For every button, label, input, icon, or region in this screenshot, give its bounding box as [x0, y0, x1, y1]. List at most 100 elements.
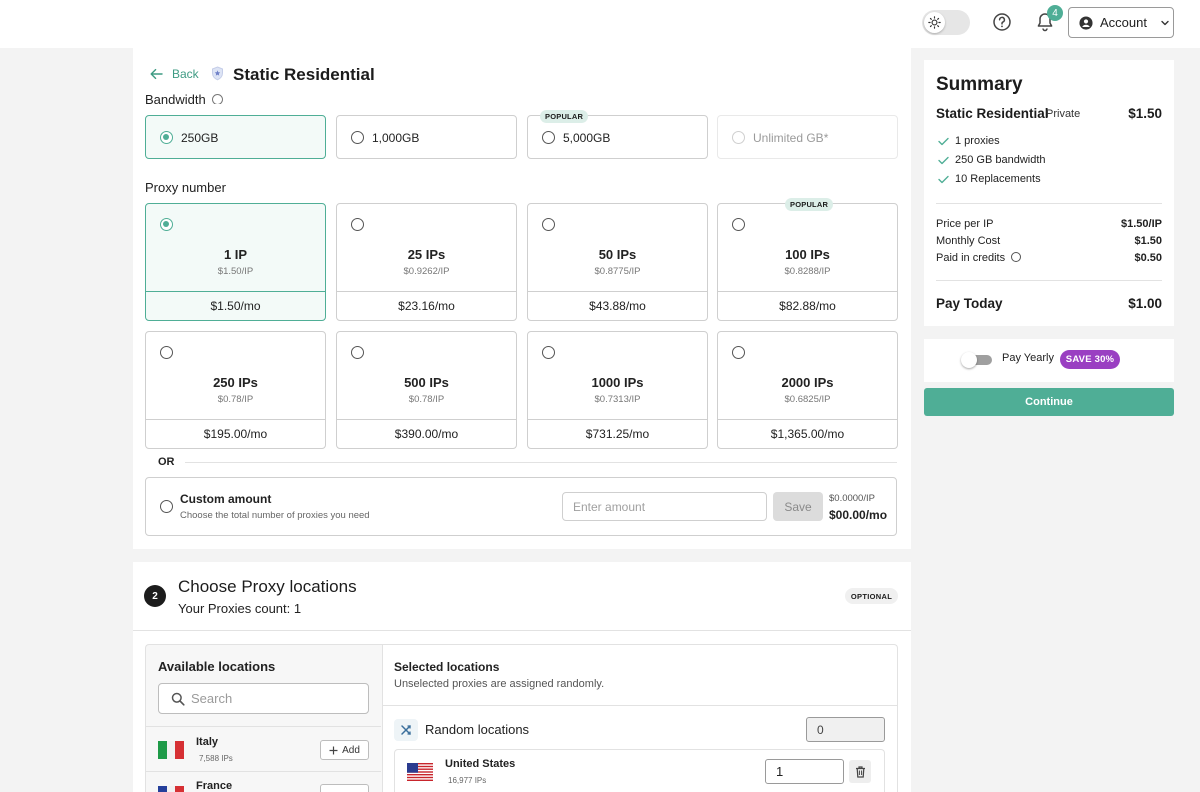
- proxy-price-per-ip: $0.8775/IP: [594, 266, 641, 277]
- bandwidth-option-label: 5,000GB: [563, 131, 611, 145]
- available-locations-title: Available locations: [158, 659, 276, 674]
- summary-row-value: $0.50: [1134, 252, 1162, 264]
- proxy-option-500[interactable]: 500 IPs $0.78/IP $390.00/mo: [336, 331, 517, 449]
- summary-row-value: $1.50/IP: [1121, 218, 1162, 230]
- page-title: Static Residential: [233, 65, 375, 84]
- summary-feature-text: 10 Replacements: [955, 173, 1041, 185]
- custom-amount-option[interactable]: Custom amount Choose the total number of…: [145, 477, 897, 536]
- info-icon[interactable]: [212, 94, 224, 104]
- proxy-monthly-price: $1,365.00/mo: [718, 419, 897, 448]
- country-row: Italy 7,588 IPs Add: [146, 726, 381, 771]
- proxy-price-per-ip: $0.78/IP: [408, 394, 445, 405]
- radio-button[interactable]: [160, 346, 173, 359]
- summary-product-type: Private: [1046, 108, 1081, 120]
- plus-icon: [329, 746, 338, 754]
- summary-product: Static Residential: [936, 106, 1049, 121]
- radio-button[interactable]: [351, 218, 364, 231]
- random-locations-count: 0: [806, 717, 885, 742]
- proxy-monthly-price: $731.25/mo: [528, 419, 707, 448]
- radio-button[interactable]: [160, 131, 173, 144]
- pay-today-label: Pay Today: [936, 296, 1003, 311]
- proxy-option-2000[interactable]: 2000 IPs $0.6825/IP $1,365.00/mo: [717, 331, 898, 449]
- step-number: 2: [144, 585, 166, 607]
- toggle-knob: [961, 352, 977, 368]
- summary-row-value: $1.50: [1134, 235, 1162, 247]
- notification-badge: 4: [1047, 5, 1063, 21]
- account-button[interactable]: Account: [1068, 7, 1174, 38]
- proxy-count: 1 IP: [223, 247, 248, 262]
- proxy-price-per-ip: $0.7313/IP: [594, 394, 641, 405]
- save-button[interactable]: Save: [773, 492, 823, 521]
- summary-feature-text: 1 proxies: [955, 135, 1000, 147]
- chevron-down-icon: [1161, 20, 1169, 25]
- pay-today: Pay Today $1.00: [936, 296, 1162, 311]
- flag-us-icon: [407, 763, 433, 781]
- selected-location-row: United States 16,977 IPs 1: [394, 749, 885, 792]
- proxy-option-1[interactable]: 1 IP $1.50/IP $1.50/mo: [145, 203, 326, 321]
- custom-amount-input[interactable]: [562, 492, 767, 521]
- search-box[interactable]: [158, 683, 369, 714]
- summary-card: Summary Static Residential Private $1.50…: [924, 60, 1174, 326]
- proxy-option-100[interactable]: 100 IPs $0.8288/IP $82.88/mo: [717, 203, 898, 321]
- continue-button[interactable]: Continue: [924, 388, 1174, 416]
- custom-amount-subtitle: Choose the total number of proxies you n…: [180, 510, 370, 521]
- summary-feature: 10 Replacements: [938, 173, 1041, 185]
- check-icon: [938, 156, 949, 164]
- proxy-count: 500 IPs: [404, 375, 449, 390]
- radio-button[interactable]: [351, 131, 364, 144]
- proxy-monthly-price: $195.00/mo: [146, 419, 325, 448]
- proxy-option-25[interactable]: 25 IPs $0.9262/IP $23.16/mo: [336, 203, 517, 321]
- country-name: Italy: [196, 736, 219, 748]
- search-input[interactable]: [191, 691, 361, 706]
- divider: [133, 630, 911, 631]
- bandwidth-option-1000gb[interactable]: 1,000GB: [336, 115, 517, 159]
- radio-button[interactable]: [160, 500, 173, 513]
- radio-button[interactable]: [160, 218, 173, 231]
- proxy-count: 1000 IPs: [591, 375, 644, 390]
- add-country-button[interactable]: [320, 784, 369, 792]
- random-locations-label: Random locations: [425, 722, 530, 737]
- add-country-button[interactable]: Add: [320, 740, 369, 760]
- proxy-monthly-price: $82.88/mo: [718, 291, 897, 320]
- proxy-monthly-price: $43.88/mo: [528, 291, 707, 320]
- proxy-option-1000[interactable]: 1000 IPs $0.7313/IP $731.25/mo: [527, 331, 708, 449]
- proxy-option-50[interactable]: 50 IPs $0.8775/IP $43.88/mo: [527, 203, 708, 321]
- check-icon: [938, 137, 949, 145]
- top-bar: 4 Account: [0, 0, 1200, 48]
- divider: [382, 705, 898, 706]
- radio-button[interactable]: [351, 346, 364, 359]
- radio-button[interactable]: [542, 131, 555, 144]
- radio-button[interactable]: [732, 218, 745, 231]
- popular-badge: POPULAR: [540, 110, 589, 123]
- info-icon[interactable]: [1011, 252, 1022, 262]
- proxy-count: 50 IPs: [598, 247, 637, 262]
- country-name: France: [196, 780, 233, 792]
- radio-button[interactable]: [732, 346, 745, 359]
- bandwidth-option-unlimited: Unlimited GB*: [717, 115, 898, 159]
- selected-locations-subtitle: Unselected proxies are assigned randomly…: [394, 678, 605, 690]
- custom-amount-title: Custom amount: [180, 492, 272, 506]
- proxy-option-250[interactable]: 250 IPs $0.78/IP $195.00/mo: [145, 331, 326, 449]
- trash-icon[interactable]: [849, 760, 871, 783]
- user-icon: [1079, 15, 1093, 30]
- proxy-price-per-ip: $0.9262/IP: [403, 266, 450, 277]
- radio-button[interactable]: [542, 346, 555, 359]
- pay-today-value: $1.00: [1128, 296, 1162, 311]
- back-link[interactable]: Back: [150, 67, 199, 81]
- help-icon[interactable]: [992, 12, 1012, 32]
- proxy-price-per-ip: $0.8288/IP: [784, 266, 831, 277]
- custom-price-per-ip: $0.0000/IP: [829, 493, 875, 504]
- proxy-count: 25 IPs: [407, 247, 446, 262]
- radio-button[interactable]: [542, 218, 555, 231]
- pay-yearly-box: Pay Yearly SAVE 30%: [924, 339, 1174, 382]
- bandwidth-option-label: Unlimited GB*: [753, 131, 829, 145]
- add-label: Add: [342, 744, 360, 756]
- proxy-count: 100 IPs: [785, 247, 830, 262]
- bandwidth-option-250gb[interactable]: 250GB: [145, 115, 326, 159]
- summary-row: Price per IP $1.50/IP: [936, 218, 1162, 230]
- summary-row-label-text: Paid in credits: [936, 252, 1006, 264]
- theme-toggle[interactable]: [922, 10, 970, 35]
- pay-yearly-label: Pay Yearly: [1002, 352, 1054, 364]
- pay-yearly-toggle[interactable]: [961, 352, 992, 368]
- location-quantity-input[interactable]: 1: [765, 759, 844, 784]
